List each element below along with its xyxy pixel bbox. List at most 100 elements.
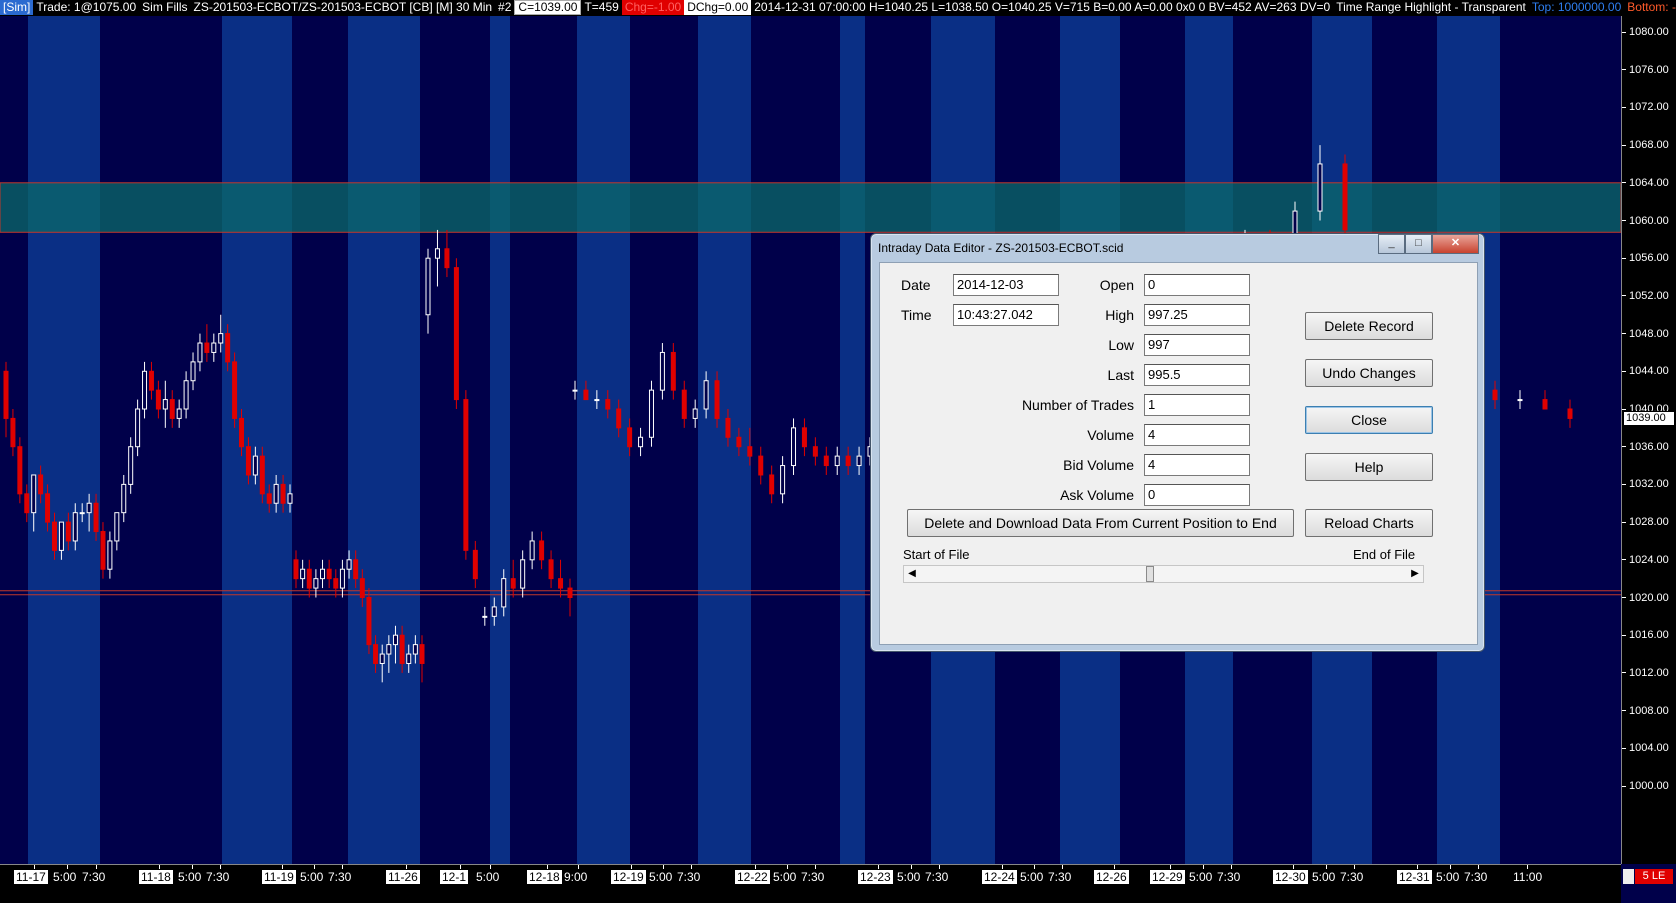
candle-body[interactable]: [10, 417, 16, 448]
candle-body[interactable]: [3, 370, 9, 419]
scroll-thumb[interactable]: [1146, 566, 1155, 582]
candle-body[interactable]: [24, 493, 30, 514]
candle-body[interactable]: [373, 644, 379, 664]
candle-body[interactable]: [293, 559, 299, 580]
candle-body[interactable]: [326, 568, 332, 580]
candle-body[interactable]: [714, 380, 720, 419]
delete-record-button[interactable]: Delete Record: [1305, 312, 1433, 340]
candle-body[interactable]: [703, 380, 709, 410]
candle-body[interactable]: [670, 351, 676, 391]
candle-body[interactable]: [520, 559, 526, 589]
file-position-scrollbar[interactable]: ◀ ▶: [903, 565, 1424, 583]
candle-body[interactable]: [333, 578, 339, 589]
candle-body[interactable]: [558, 578, 564, 589]
candle-body[interactable]: [252, 455, 258, 476]
candle-body[interactable]: [100, 531, 106, 570]
candle-body[interactable]: [1542, 399, 1548, 410]
candle-body[interactable]: [148, 370, 154, 391]
volume-field[interactable]: 4: [1144, 424, 1250, 446]
candle-body[interactable]: [567, 587, 573, 599]
candle-body[interactable]: [572, 389, 578, 392]
number-of-trades-field[interactable]: 1: [1144, 394, 1250, 416]
candle-body[interactable]: [1492, 389, 1498, 401]
candle-body[interactable]: [627, 427, 633, 448]
minimize-button[interactable]: _: [1378, 234, 1405, 254]
candle-body[interactable]: [287, 493, 293, 504]
candle-body[interactable]: [183, 380, 189, 410]
candle-body[interactable]: [491, 606, 497, 617]
candle-body[interactable]: [190, 361, 196, 382]
candle-body[interactable]: [142, 370, 148, 410]
candle-body[interactable]: [758, 455, 764, 476]
candle-body[interactable]: [681, 389, 687, 419]
help-button[interactable]: Help: [1305, 453, 1433, 481]
candle-body[interactable]: [482, 615, 488, 618]
candle-body[interactable]: [45, 493, 51, 523]
candle-body[interactable]: [529, 540, 535, 561]
candle-body[interactable]: [128, 446, 134, 485]
candle-body[interactable]: [225, 333, 231, 363]
candle-body[interactable]: [114, 512, 120, 542]
maximize-button[interactable]: □: [1405, 234, 1432, 254]
close-button[interactable]: Close: [1305, 406, 1433, 434]
candle-body[interactable]: [605, 399, 611, 410]
candle-body[interactable]: [58, 521, 64, 551]
candle-body[interactable]: [548, 559, 554, 580]
candle-body[interactable]: [135, 408, 141, 448]
candle-body[interactable]: [392, 634, 398, 646]
candle-body[interactable]: [266, 493, 272, 504]
candle-body[interactable]: [306, 568, 312, 589]
candle-body[interactable]: [121, 483, 127, 514]
candle-body[interactable]: [366, 597, 372, 646]
candle-body[interactable]: [79, 512, 85, 515]
ask-volume-field[interactable]: 0: [1144, 484, 1250, 506]
candle-body[interactable]: [93, 502, 99, 533]
candle-body[interactable]: [107, 540, 113, 570]
candle-body[interactable]: [218, 333, 224, 344]
candle-body[interactable]: [472, 549, 478, 580]
candle-body[interactable]: [65, 521, 71, 542]
candle-body[interactable]: [780, 465, 786, 495]
candle-body[interactable]: [339, 568, 345, 589]
candle-body[interactable]: [501, 578, 507, 608]
candle-body[interactable]: [648, 389, 654, 438]
candle-body[interactable]: [1517, 399, 1523, 402]
candle-body[interactable]: [379, 653, 385, 664]
candle-body[interactable]: [313, 578, 319, 589]
candle-body[interactable]: [801, 427, 807, 448]
candle-body[interactable]: [162, 399, 168, 410]
candle-body[interactable]: [791, 427, 797, 467]
candle-body[interactable]: [300, 568, 306, 580]
candle-body[interactable]: [346, 559, 352, 570]
candle-body[interactable]: [239, 417, 245, 448]
last-field[interactable]: 995.5: [1144, 364, 1250, 386]
scroll-right-arrow-icon[interactable]: ▶: [1407, 566, 1423, 582]
scale-toggle[interactable]: [1623, 869, 1634, 884]
candle-body[interactable]: [419, 644, 425, 664]
candle-body[interactable]: [659, 351, 665, 391]
candle-body[interactable]: [72, 512, 78, 542]
candle-body[interactable]: [583, 389, 589, 401]
candle-body[interactable]: [444, 248, 450, 269]
delete-and-download-button[interactable]: Delete and Download Data From Current Po…: [907, 509, 1294, 537]
candle-body[interactable]: [155, 389, 161, 410]
candle-body[interactable]: [359, 578, 365, 599]
candle-body[interactable]: [434, 248, 440, 259]
candle-body[interactable]: [273, 483, 279, 504]
candle-body[interactable]: [736, 436, 742, 448]
candle-body[interactable]: [510, 578, 516, 589]
reload-charts-button[interactable]: Reload Charts: [1305, 509, 1433, 537]
candle-body[interactable]: [1567, 408, 1573, 419]
price-axis[interactable]: 1080.00 1076.00 1072.00 1068.00 1064.00 1060.…: [1621, 16, 1676, 864]
candle-body[interactable]: [463, 399, 469, 551]
candle-body[interactable]: [280, 483, 286, 504]
candle-body[interactable]: [232, 361, 238, 419]
candle-body[interactable]: [197, 342, 203, 363]
candle-body[interactable]: [1342, 163, 1348, 231]
candle-body[interactable]: [399, 634, 405, 664]
candle-body[interactable]: [259, 455, 265, 495]
candle-body[interactable]: [769, 474, 775, 495]
candle-body[interactable]: [747, 446, 753, 457]
high-field[interactable]: 997.25: [1144, 304, 1250, 326]
dialog-title-bar[interactable]: Intraday Data Editor - ZS-201503-ECBOT.s…: [871, 234, 1484, 262]
